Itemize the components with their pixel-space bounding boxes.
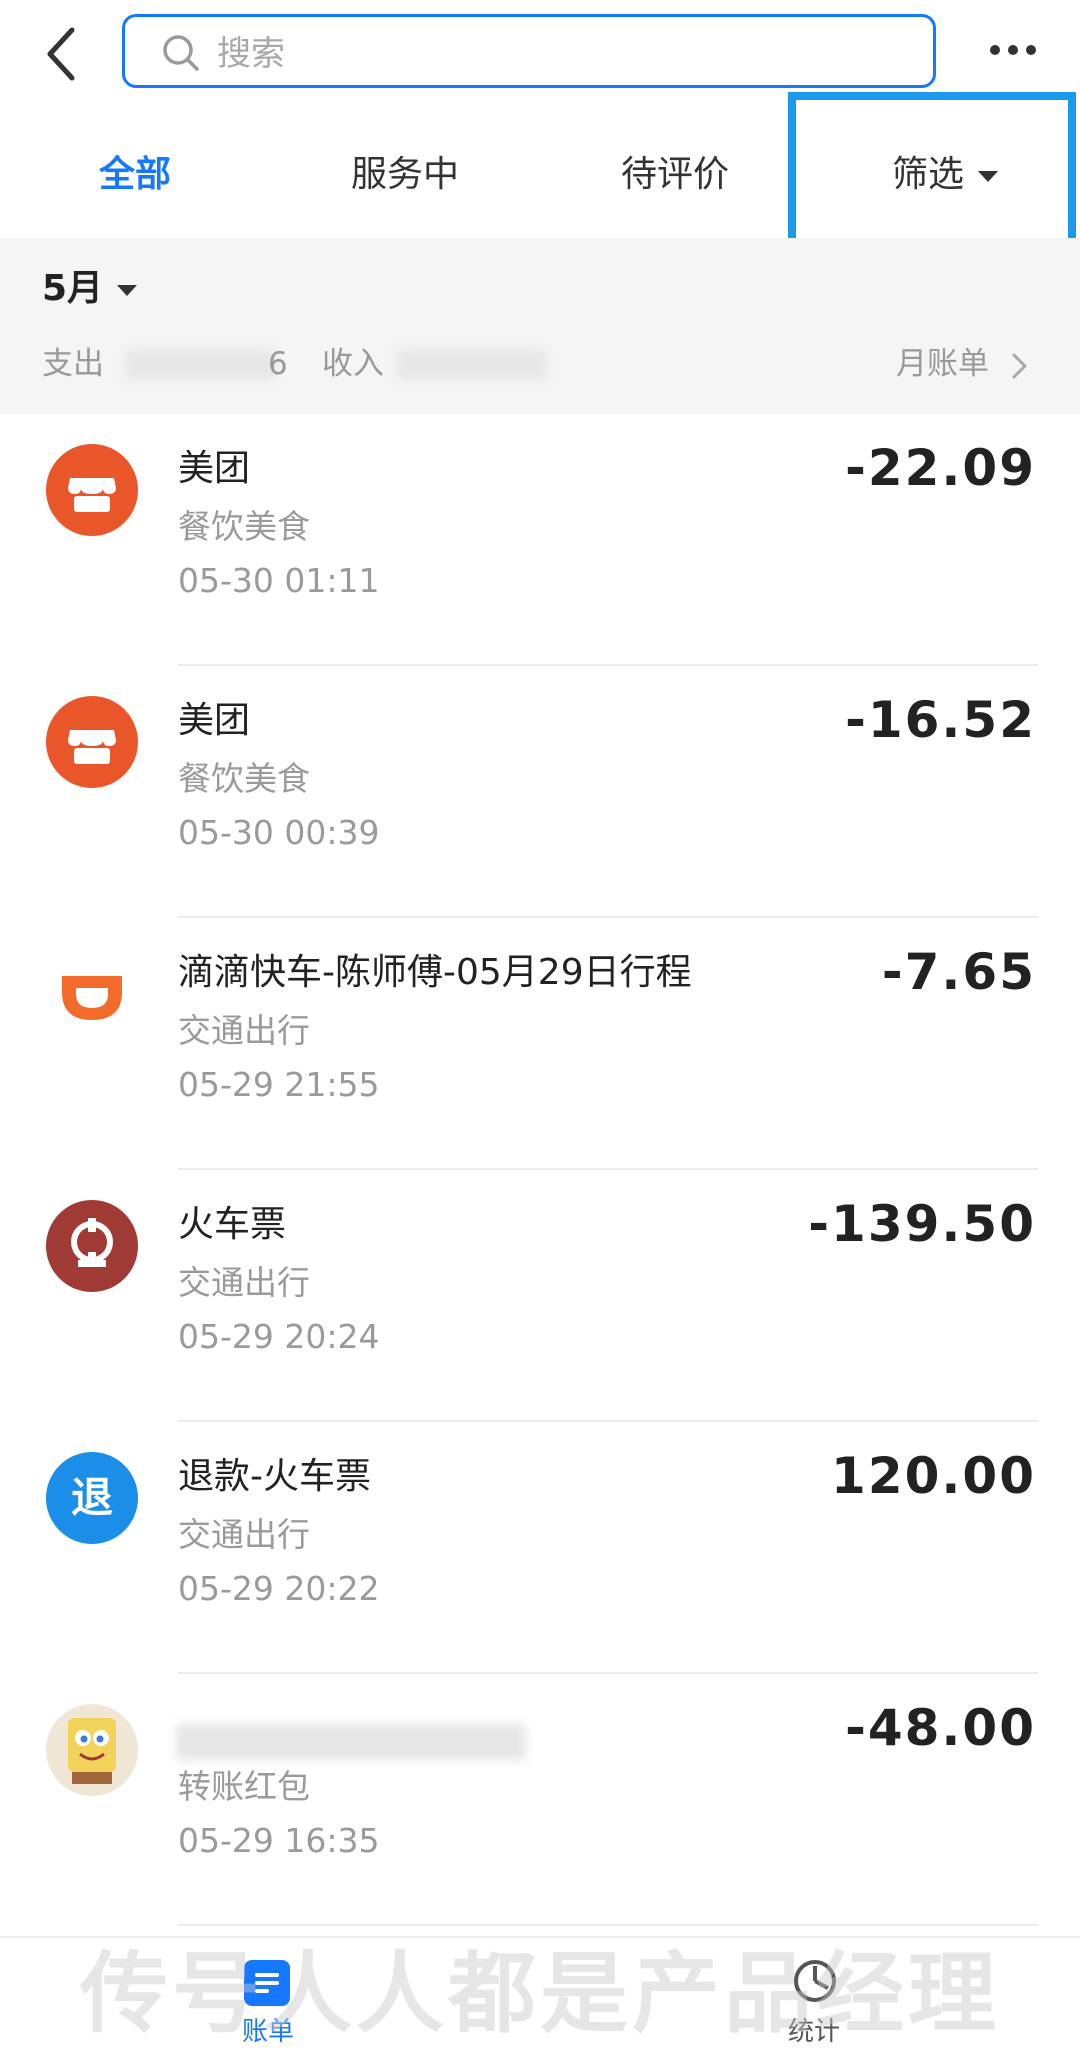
transaction-row[interactable]: 美团 餐饮美食 05-30 01:11 -22.09 [0,414,1080,666]
meituan-store-icon [46,444,138,536]
filter-button[interactable]: 筛选 [845,130,1045,220]
meituan-store-icon [46,696,138,788]
back-button[interactable] [36,18,96,88]
month-selector[interactable]: 5月 [42,264,138,314]
tab-to-review[interactable]: 待评价 [575,130,775,220]
transaction-name-blurred [176,1724,526,1760]
refund-icon: 退 [46,1452,138,1544]
user-avatar-icon [46,1704,138,1796]
transaction-amount: -16.52 [845,691,1036,749]
month-label: 5月 [42,268,104,309]
didi-logo-icon [46,948,138,1040]
filter-label: 筛选 [891,154,964,195]
transaction-row[interactable]: 滴滴快车-陈师傅-05月29日行程 交通出行 05-29 21:55 -7.65 [0,918,1080,1170]
tab-all[interactable]: 全部 [40,130,230,220]
transaction-name: 美团 [178,448,251,489]
transaction-category: 餐饮美食 [178,507,310,546]
tab-in-service[interactable]: 服务中 [305,130,505,220]
search-placeholder: 搜索 [217,34,285,74]
monthly-bill-link[interactable]: 月账单 [896,342,1031,386]
transaction-name: 火车票 [178,1204,287,1245]
transaction-name: 美团 [178,700,251,741]
transaction-time: 05-29 20:22 [178,1569,380,1608]
transaction-category: 转账红包 [178,1767,310,1806]
transaction-amount: -7.65 [881,943,1036,1001]
transaction-time: 05-29 20:24 [178,1317,380,1356]
more-button[interactable] [986,30,1040,70]
transaction-row[interactable]: 火车票 交通出行 05-29 20:24 -139.50 [0,1170,1080,1422]
transaction-time: 05-29 16:35 [178,1821,380,1860]
transaction-amount: -48.00 [845,1699,1036,1757]
watermark: 传号人人都是产品经理 [79,1942,1000,2045]
transaction-row[interactable]: 退 退款-火车票 交通出行 05-29 20:22 120.00 [0,1422,1080,1674]
search-input[interactable]: 搜索 [122,14,936,88]
search-icon [163,35,199,71]
chevron-right-icon [1012,353,1027,378]
transaction-amount: 120.00 [831,1447,1036,1505]
expense-tail: 6 [268,346,288,382]
transaction-category: 交通出行 [178,1011,310,1050]
monthly-bill-label: 月账单 [896,346,989,382]
transaction-amount: -139.50 [808,1195,1036,1253]
chevron-left-icon [47,27,75,81]
divider [178,1924,1038,1926]
expense-value-blurred [126,350,276,380]
month-summary: 5月 支出 6 收入 月账单 [0,238,1080,414]
expense-label: 支出 [42,346,104,382]
transaction-category: 交通出行 [178,1515,310,1554]
transaction-row[interactable]: 美团 餐饮美食 05-30 00:39 -16.52 [0,666,1080,918]
caret-down-icon [117,284,138,296]
transaction-time: 05-29 21:55 [178,1065,380,1104]
transaction-amount: -22.09 [845,439,1036,497]
railway-logo-icon [46,1200,138,1292]
income-value-blurred [396,350,546,380]
more-horizontal-icon [990,45,1036,55]
transaction-name: 退款-火车票 [178,1456,371,1497]
transaction-time: 05-30 00:39 [178,813,380,852]
transaction-row[interactable]: 转账红包 05-29 16:35 -48.00 [0,1674,1080,1926]
transaction-category: 交通出行 [178,1263,310,1302]
transaction-time: 05-30 01:11 [178,561,380,600]
transaction-name: 滴滴快车-陈师傅-05月29日行程 [178,952,692,993]
income-label: 收入 [322,346,384,382]
caret-down-icon [978,170,998,182]
transaction-category: 餐饮美食 [178,759,310,798]
